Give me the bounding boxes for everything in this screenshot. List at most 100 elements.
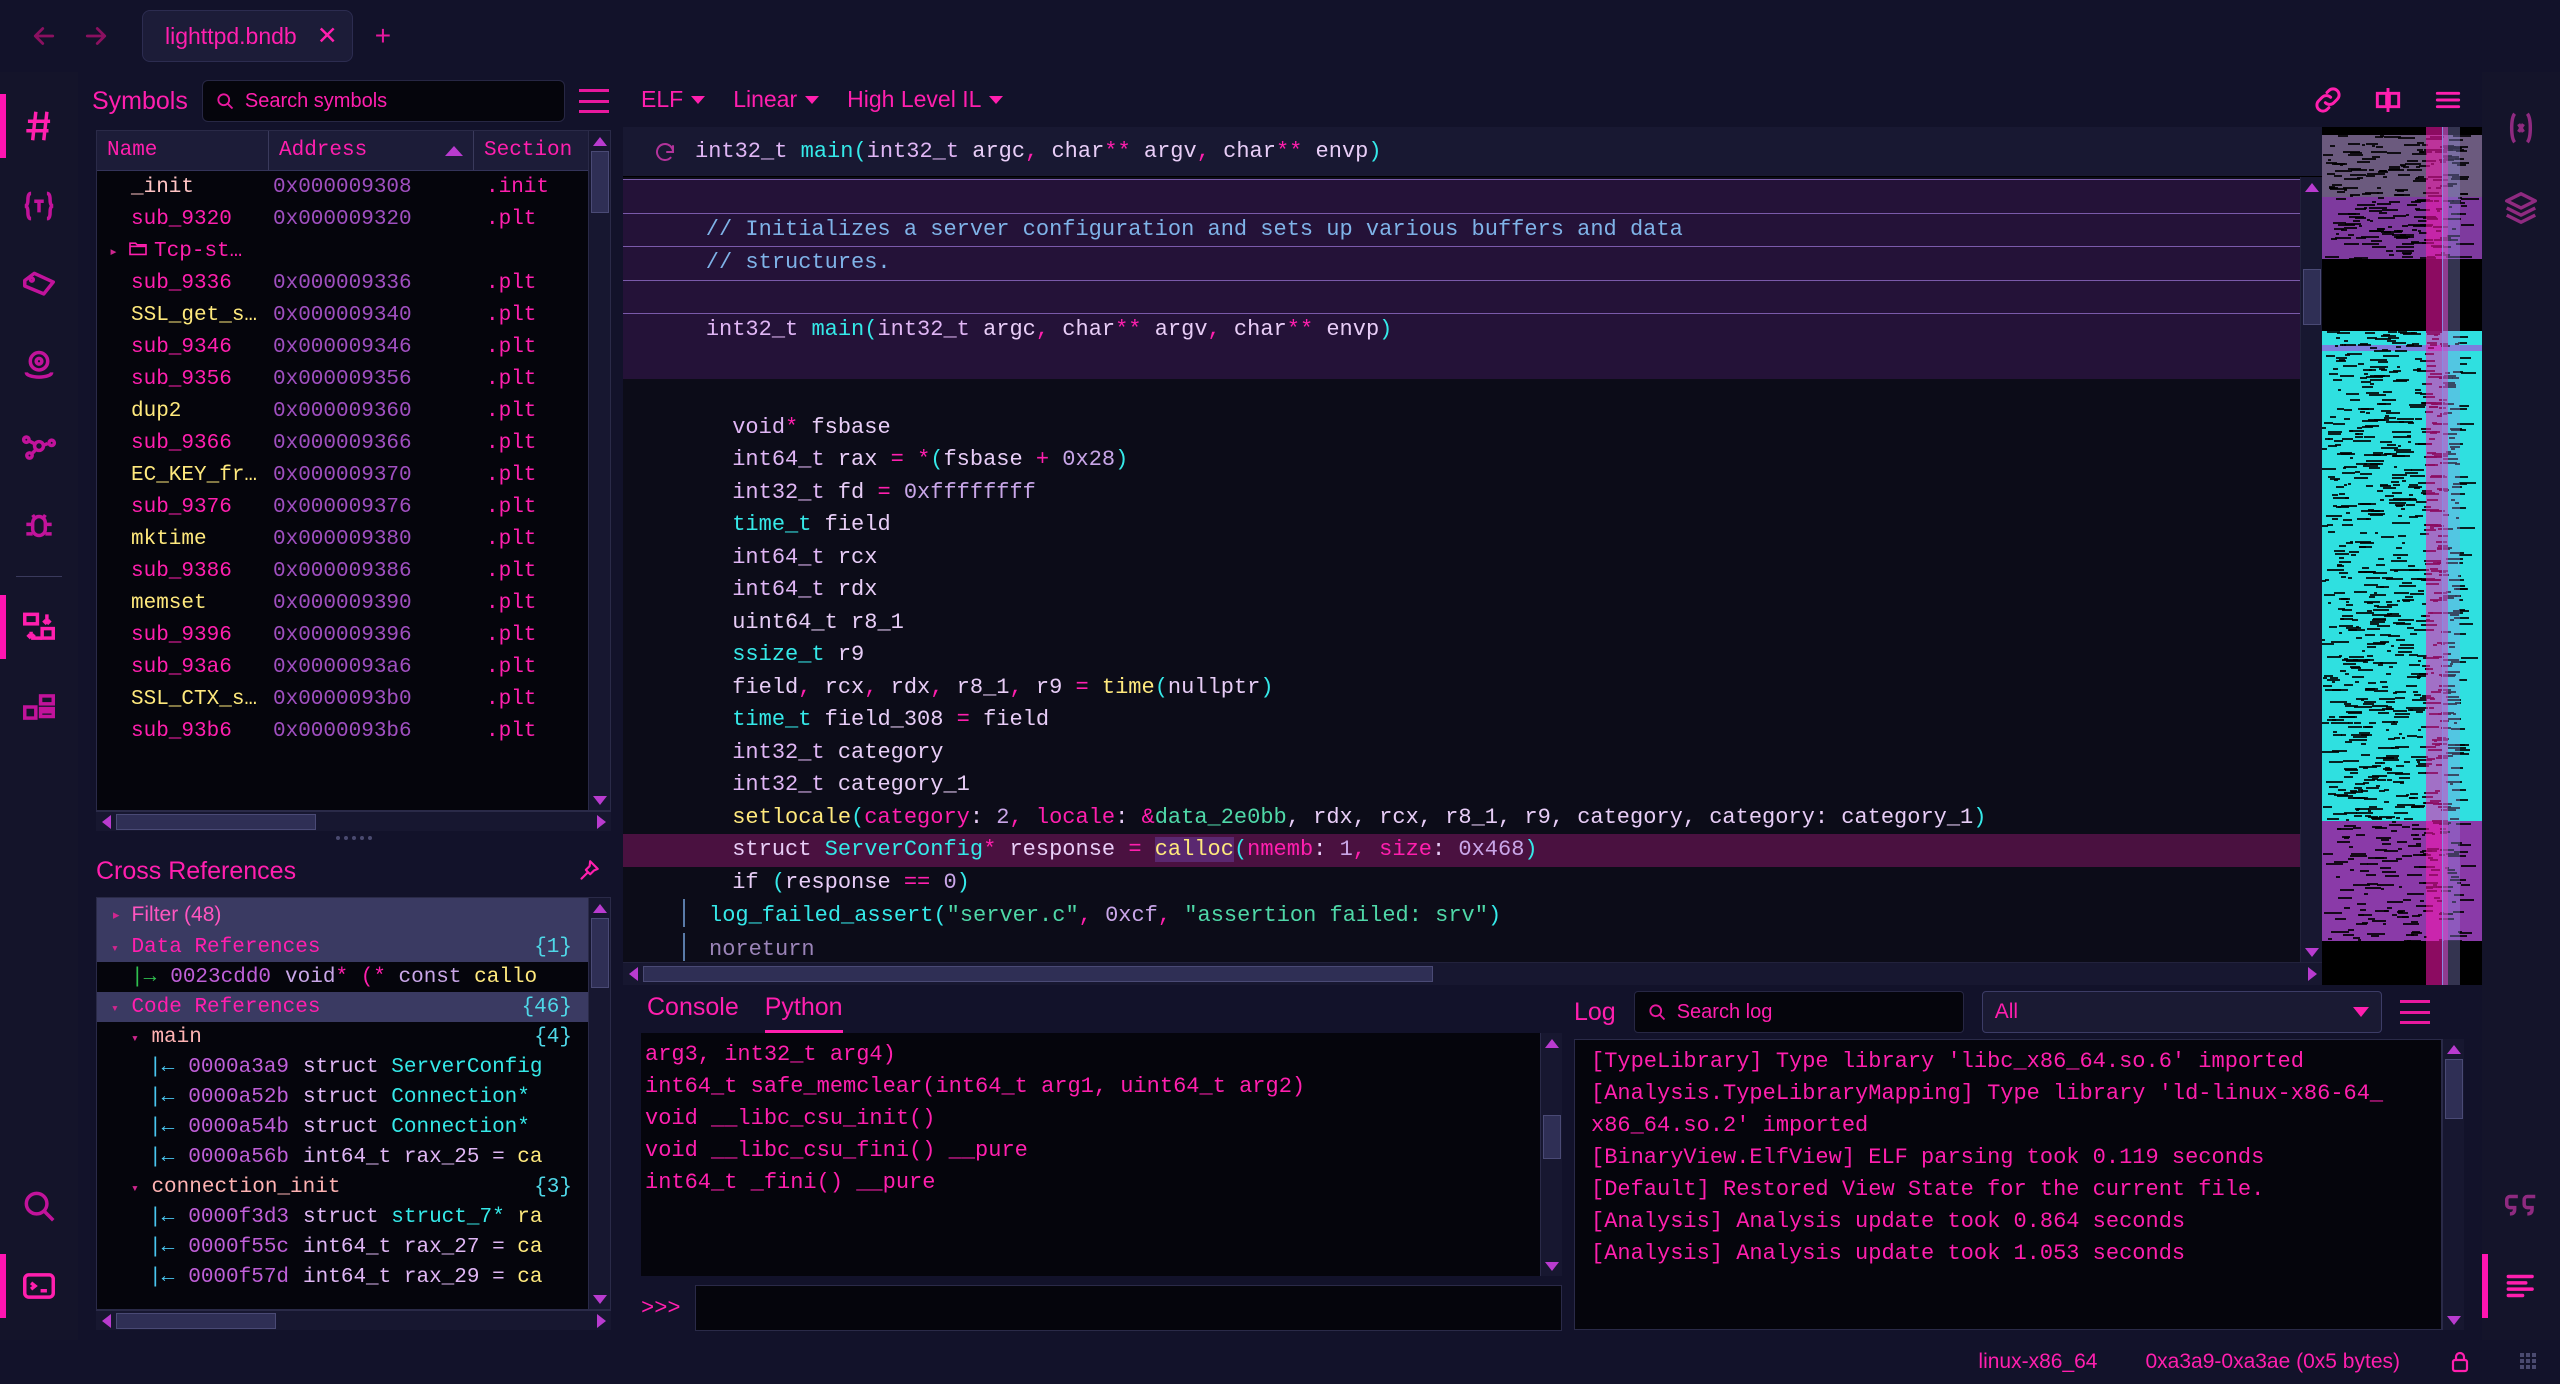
table-row[interactable]: SSL_get_s… 0x000009340 .plt — [97, 299, 588, 331]
close-icon[interactable]: ✕ — [317, 23, 338, 49]
sidebar-item-search[interactable] — [0, 1166, 78, 1246]
code-line[interactable]: if (response == 0) — [623, 867, 2300, 900]
tab-console[interactable]: Console — [647, 993, 739, 1033]
list-item[interactable]: |← 0000a3a9 struct ServerConfig — [97, 1052, 588, 1082]
log-search-box[interactable] — [1633, 991, 1964, 1033]
sidebar-item-log-lines[interactable] — [2482, 1246, 2560, 1326]
hamburger-icon[interactable] — [2399, 1000, 2430, 1024]
list-item[interactable]: |← 0000f55c int64_t rax_27 = ca — [97, 1232, 588, 1262]
code-vertical-scrollbar[interactable] — [2300, 177, 2322, 963]
scroll-right-icon[interactable] — [591, 812, 611, 832]
scroll-up-icon[interactable] — [590, 131, 610, 151]
disassembly-code-view[interactable]: // Initializes a server configuration an… — [623, 177, 2300, 963]
code-line[interactable]: time_t field — [623, 509, 2300, 542]
console-vertical-scrollbar[interactable] — [1540, 1033, 1562, 1276]
xrefs-vertical-scrollbar[interactable] — [588, 898, 610, 1309]
refresh-icon[interactable] — [653, 140, 677, 164]
scroll-down-icon[interactable] — [2444, 1310, 2464, 1330]
table-row[interactable]: sub_93b6 0x0000093b6 .plt — [97, 715, 588, 747]
table-row[interactable]: sub_9336 0x000009336 .plt — [97, 267, 588, 299]
chevron-down-icon[interactable]: ▾ — [131, 1181, 139, 1196]
symbols-search-box[interactable] — [201, 80, 565, 122]
code-line[interactable] — [623, 179, 2300, 213]
sidebar-item-layers[interactable] — [2482, 168, 2560, 248]
scrollbar-thumb[interactable] — [590, 151, 609, 213]
new-tab-button[interactable]: + — [375, 20, 391, 52]
search-input[interactable] — [244, 89, 552, 113]
table-row[interactable]: sub_9366 0x000009366 .plt — [97, 427, 588, 459]
table-row[interactable]: mktime 0x000009380 .plt — [97, 523, 588, 555]
code-line[interactable]: log_failed_assert("server.c", 0xcf, "ass… — [623, 899, 2300, 933]
list-item[interactable]: |← 0000f3d3 struct struct_7* ra — [97, 1202, 588, 1232]
lock-icon[interactable] — [2448, 1349, 2472, 1375]
scrollbar-thumb[interactable] — [2444, 1059, 2463, 1119]
hscrollbar-thumb[interactable] — [643, 966, 1433, 982]
table-row[interactable]: sub_9346 0x000009346 .plt — [97, 331, 588, 363]
code-line[interactable]: // structures. — [623, 246, 2300, 280]
sidebar-item-symbols[interactable] — [0, 86, 78, 166]
code-horizontal-scrollbar[interactable] — [623, 962, 2322, 985]
code-line[interactable] — [623, 379, 2300, 412]
code-line[interactable]: // Initializes a server configuration an… — [623, 212, 2300, 247]
table-row[interactable]: sub_93a6 0x0000093a6 .plt — [97, 651, 588, 683]
column-header-section[interactable]: Section — [474, 131, 588, 170]
table-row[interactable]: sub_9320 0x000009320 .plt — [97, 203, 588, 235]
scroll-down-icon[interactable] — [590, 790, 610, 810]
split-view-icon[interactable] — [2372, 84, 2404, 116]
sidebar-item-memory-map[interactable] — [0, 326, 78, 406]
table-row[interactable]: SSL_CTX_s… 0x0000093b0 .plt — [97, 683, 588, 715]
code-line[interactable]: ssize_t r9 — [623, 639, 2300, 672]
code-line[interactable]: noreturn — [623, 932, 2300, 962]
xrefs-group-header[interactable]: ▾ Data References {1} — [97, 932, 588, 962]
console-input[interactable] — [694, 1285, 1562, 1331]
sidebar-item-cross-references[interactable] — [0, 587, 78, 667]
il-level-dropdown[interactable]: High Level IL — [847, 86, 1004, 113]
xrefs-filter-row[interactable]: ▸ Filter (48) — [97, 898, 588, 932]
code-line[interactable]: struct ServerConfig* response = calloc(n… — [623, 834, 2300, 867]
resize-grip[interactable] — [2520, 1353, 2538, 1371]
scroll-up-icon[interactable] — [590, 898, 610, 918]
list-item[interactable]: |← 0000a56b int64_t rax_25 = ca — [97, 1142, 588, 1172]
pin-icon[interactable] — [575, 858, 601, 884]
column-header-address[interactable]: Address — [269, 131, 474, 170]
table-row[interactable]: memset 0x000009390 .plt — [97, 587, 588, 619]
sidebar-item-types[interactable] — [0, 166, 78, 246]
scroll-right-icon[interactable] — [591, 1311, 611, 1331]
hamburger-icon[interactable] — [2432, 84, 2464, 116]
log-vertical-scrollbar[interactable] — [2442, 1039, 2464, 1330]
table-row[interactable]: sub_9376 0x000009376 .plt — [97, 491, 588, 523]
scroll-left-icon[interactable] — [623, 964, 643, 984]
hscrollbar-thumb[interactable] — [116, 813, 316, 830]
list-item[interactable]: |← 0000a54b struct Connection* — [97, 1112, 588, 1142]
code-line[interactable]: int32_t fd = 0xffffffff — [623, 477, 2300, 510]
code-line[interactable]: int32_t category — [623, 737, 2300, 770]
chevron-right-icon[interactable]: ▸ — [113, 907, 120, 923]
symbols-horizontal-scrollbar[interactable] — [96, 811, 611, 831]
forward-button[interactable] — [70, 10, 122, 62]
chevron-down-icon[interactable]: ▾ — [131, 1031, 139, 1046]
scroll-down-icon[interactable] — [1542, 1256, 1562, 1276]
code-minimap[interactable] — [2322, 127, 2482, 985]
tab-python[interactable]: Python — [764, 993, 843, 1033]
layout-dropdown[interactable]: Linear — [733, 86, 820, 113]
scroll-left-icon[interactable] — [96, 1311, 116, 1331]
table-row[interactable]: _init 0x000009308 .init — [97, 171, 588, 203]
symbols-vertical-scrollbar[interactable] — [588, 131, 610, 810]
chevron-down-icon[interactable]: ▾ — [111, 941, 119, 956]
code-line[interactable] — [623, 346, 2300, 380]
column-header-name[interactable]: Name — [97, 131, 269, 170]
file-tab[interactable]: lighttpd.bndb ✕ — [142, 10, 353, 62]
table-row[interactable]: sub_9386 0x000009386 .plt — [97, 555, 588, 587]
xrefs-group-header[interactable]: ▾ Code References {46} — [97, 992, 588, 1022]
scroll-up-icon[interactable] — [2444, 1039, 2464, 1059]
scrollbar-thumb[interactable] — [1542, 1115, 1561, 1159]
code-line[interactable]: int32_t category_1 — [623, 769, 2300, 802]
scroll-up-icon[interactable] — [1542, 1033, 1562, 1053]
table-row[interactable]: EC_KEY_fr… 0x000009370 .plt — [97, 459, 588, 491]
xrefs-horizontal-scrollbar[interactable] — [96, 1310, 611, 1330]
hscrollbar-thumb[interactable] — [116, 1312, 276, 1329]
code-line[interactable]: uint64_t r8_1 — [623, 607, 2300, 640]
list-item[interactable]: |← 0000f57d int64_t rax_29 = ca — [97, 1262, 588, 1292]
minimap-viewport[interactable] — [2442, 127, 2460, 985]
sidebar-item-tags[interactable] — [0, 246, 78, 326]
